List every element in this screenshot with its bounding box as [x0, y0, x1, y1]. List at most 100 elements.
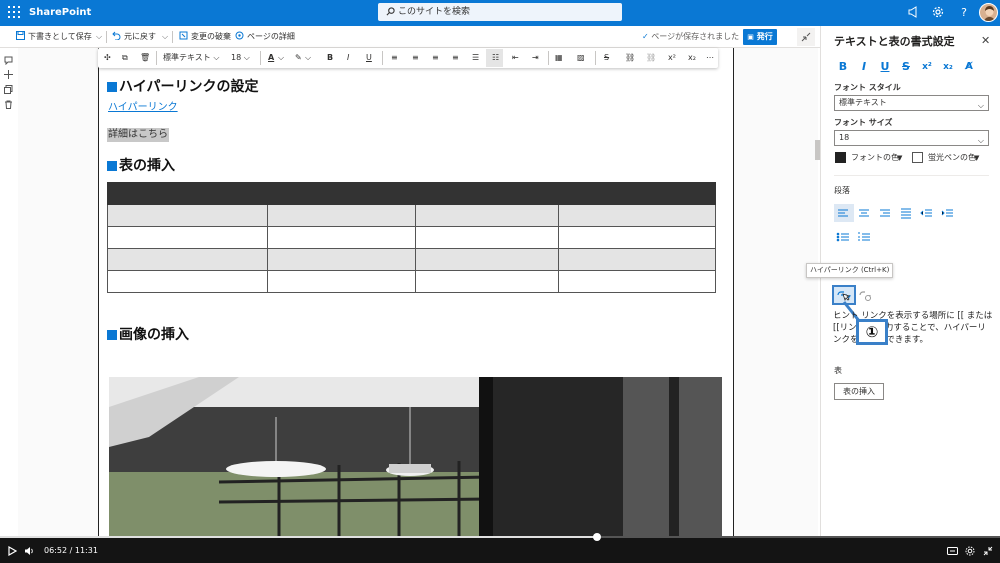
strikethrough-icon[interactable]: S [899, 60, 913, 74]
font-color-label[interactable]: フォントの色 [851, 153, 899, 163]
increase-indent-icon[interactable]: ⇥ [532, 52, 539, 64]
heading-table[interactable]: 表の挿入 [107, 157, 175, 175]
caret-down-icon[interactable]: ▼ [897, 153, 902, 163]
numbered-list-icon[interactable]: ☷ [492, 52, 499, 64]
table-cell[interactable] [107, 204, 268, 227]
subscript-icon[interactable]: x₂ [688, 52, 696, 64]
heading-image[interactable]: 画像の挿入 [107, 326, 189, 344]
font-color-swatch[interactable] [835, 152, 846, 163]
move-icon[interactable]: ✣ [104, 52, 111, 64]
bold-icon[interactable]: B [836, 60, 850, 74]
underline-icon[interactable]: U [878, 60, 892, 74]
table-cell[interactable] [415, 248, 559, 271]
save-draft-button[interactable]: 下書きとして保存 [16, 31, 92, 43]
duplicate-icon[interactable] [4, 85, 13, 94]
app-name[interactable]: SharePoint [29, 6, 91, 20]
close-icon[interactable]: ✕ [981, 34, 990, 47]
highlight-icon[interactable]: ✎ [295, 52, 302, 64]
content-table[interactable] [107, 182, 716, 293]
exit-fullscreen-icon[interactable] [983, 546, 993, 556]
app-launcher-icon[interactable] [8, 6, 20, 18]
insert-table-button[interactable]: 表の挿入 [834, 383, 884, 400]
highlight-color-swatch[interactable] [912, 152, 923, 163]
undo-chevron-icon[interactable]: ⌵ [162, 31, 168, 43]
font-style-dropdown[interactable]: 標準テキスト ⌵ [834, 95, 989, 111]
superscript-icon[interactable]: x² [920, 60, 934, 74]
italic-icon[interactable]: I [347, 52, 349, 64]
strikethrough-icon[interactable]: S [604, 52, 609, 64]
video-progress-handle[interactable] [593, 533, 601, 541]
link-icon[interactable]: ⛓ [625, 52, 635, 64]
text-style-dropdown[interactable]: 標準テキスト ⌵ [163, 52, 219, 64]
bold-icon[interactable]: B [327, 52, 333, 64]
font-size-dropdown[interactable]: 18 ⌵ [834, 130, 989, 146]
bullet-list-icon[interactable]: ☰ [472, 52, 479, 64]
move-icon[interactable] [4, 70, 13, 79]
publish-button[interactable]: ▣ 発行 [743, 29, 777, 45]
table-cell[interactable] [267, 226, 416, 249]
chevron-down-icon[interactable]: ⌵ [278, 52, 284, 64]
numbered-list-icon[interactable] [857, 230, 873, 244]
more-options-icon[interactable]: ⋯ [706, 52, 714, 64]
table-cell[interactable] [558, 226, 716, 249]
table-icon[interactable]: ▦ [555, 52, 563, 64]
avatar[interactable] [979, 3, 998, 22]
selected-text[interactable]: 詳細はこちら [107, 128, 169, 142]
table-cell[interactable] [558, 204, 716, 227]
collapse-pane-icon[interactable] [797, 28, 815, 46]
page-details-button[interactable]: ページの詳細 [235, 31, 295, 43]
font-size-dropdown[interactable]: 18 ⌵ [231, 52, 250, 64]
table-cell[interactable] [415, 204, 559, 227]
align-right-icon[interactable]: ≡ [432, 52, 439, 64]
decrease-indent-icon[interactable]: ⇤ [512, 52, 519, 64]
undo-button[interactable]: 元に戻す [112, 31, 156, 43]
increase-indent-icon[interactable] [941, 206, 957, 220]
table-cell[interactable] [107, 226, 268, 249]
table-cell[interactable] [267, 270, 416, 293]
underline-icon[interactable]: U [366, 52, 372, 64]
table-cell[interactable] [107, 182, 716, 205]
play-icon[interactable] [8, 546, 17, 556]
align-right-icon[interactable] [878, 206, 894, 220]
heading-hyperlink[interactable]: ハイパーリンクの設定 [107, 78, 258, 96]
clear-format-icon[interactable]: A̸ [962, 60, 976, 74]
align-left-icon[interactable] [836, 206, 852, 220]
subscript-icon[interactable]: x₂ [941, 60, 955, 74]
font-color-icon[interactable]: A [268, 52, 274, 64]
table-cell[interactable] [107, 270, 268, 293]
align-center-icon[interactable]: ≡ [412, 52, 419, 64]
settings-icon[interactable] [965, 546, 975, 556]
volume-icon[interactable] [24, 546, 34, 556]
justify-icon[interactable]: ≡ [452, 52, 459, 64]
help-icon[interactable]: ? [957, 6, 971, 20]
delete-icon[interactable]: 🗑 [140, 52, 150, 64]
table-cell[interactable] [415, 270, 559, 293]
table-cell[interactable] [267, 248, 416, 271]
image-icon[interactable]: ▨ [577, 52, 585, 64]
highlight-color-label[interactable]: 蛍光ペンの色 [928, 153, 976, 163]
duplicate-icon[interactable]: ⧉ [122, 52, 128, 64]
decrease-indent-icon[interactable] [920, 206, 936, 220]
gear-icon[interactable] [932, 6, 946, 20]
table-cell[interactable] [558, 270, 716, 293]
align-center-icon[interactable] [857, 206, 873, 220]
office-photo[interactable] [109, 377, 722, 538]
table-cell[interactable] [267, 204, 416, 227]
save-options-chevron-icon[interactable]: ⌵ [96, 31, 102, 43]
justify-icon[interactable] [899, 206, 915, 220]
table-cell[interactable] [558, 248, 716, 271]
table-cell[interactable] [415, 226, 559, 249]
chevron-down-icon[interactable]: ⌵ [305, 52, 311, 64]
search-box[interactable]: このサイトを検索 [378, 3, 622, 21]
unlink-icon[interactable]: ⛓ [646, 52, 656, 64]
delete-icon[interactable] [4, 100, 13, 109]
hyperlink[interactable]: ハイパーリンク [108, 101, 178, 115]
comment-icon[interactable] [4, 56, 13, 65]
caret-down-icon[interactable]: ▼ [974, 153, 979, 163]
megaphone-icon[interactable] [907, 6, 921, 20]
table-cell[interactable] [107, 248, 268, 271]
align-left-icon[interactable]: ≡ [391, 52, 398, 64]
discard-changes-button[interactable]: 変更の破棄 [179, 31, 231, 43]
italic-icon[interactable]: I [857, 60, 871, 74]
captions-icon[interactable] [947, 546, 958, 556]
